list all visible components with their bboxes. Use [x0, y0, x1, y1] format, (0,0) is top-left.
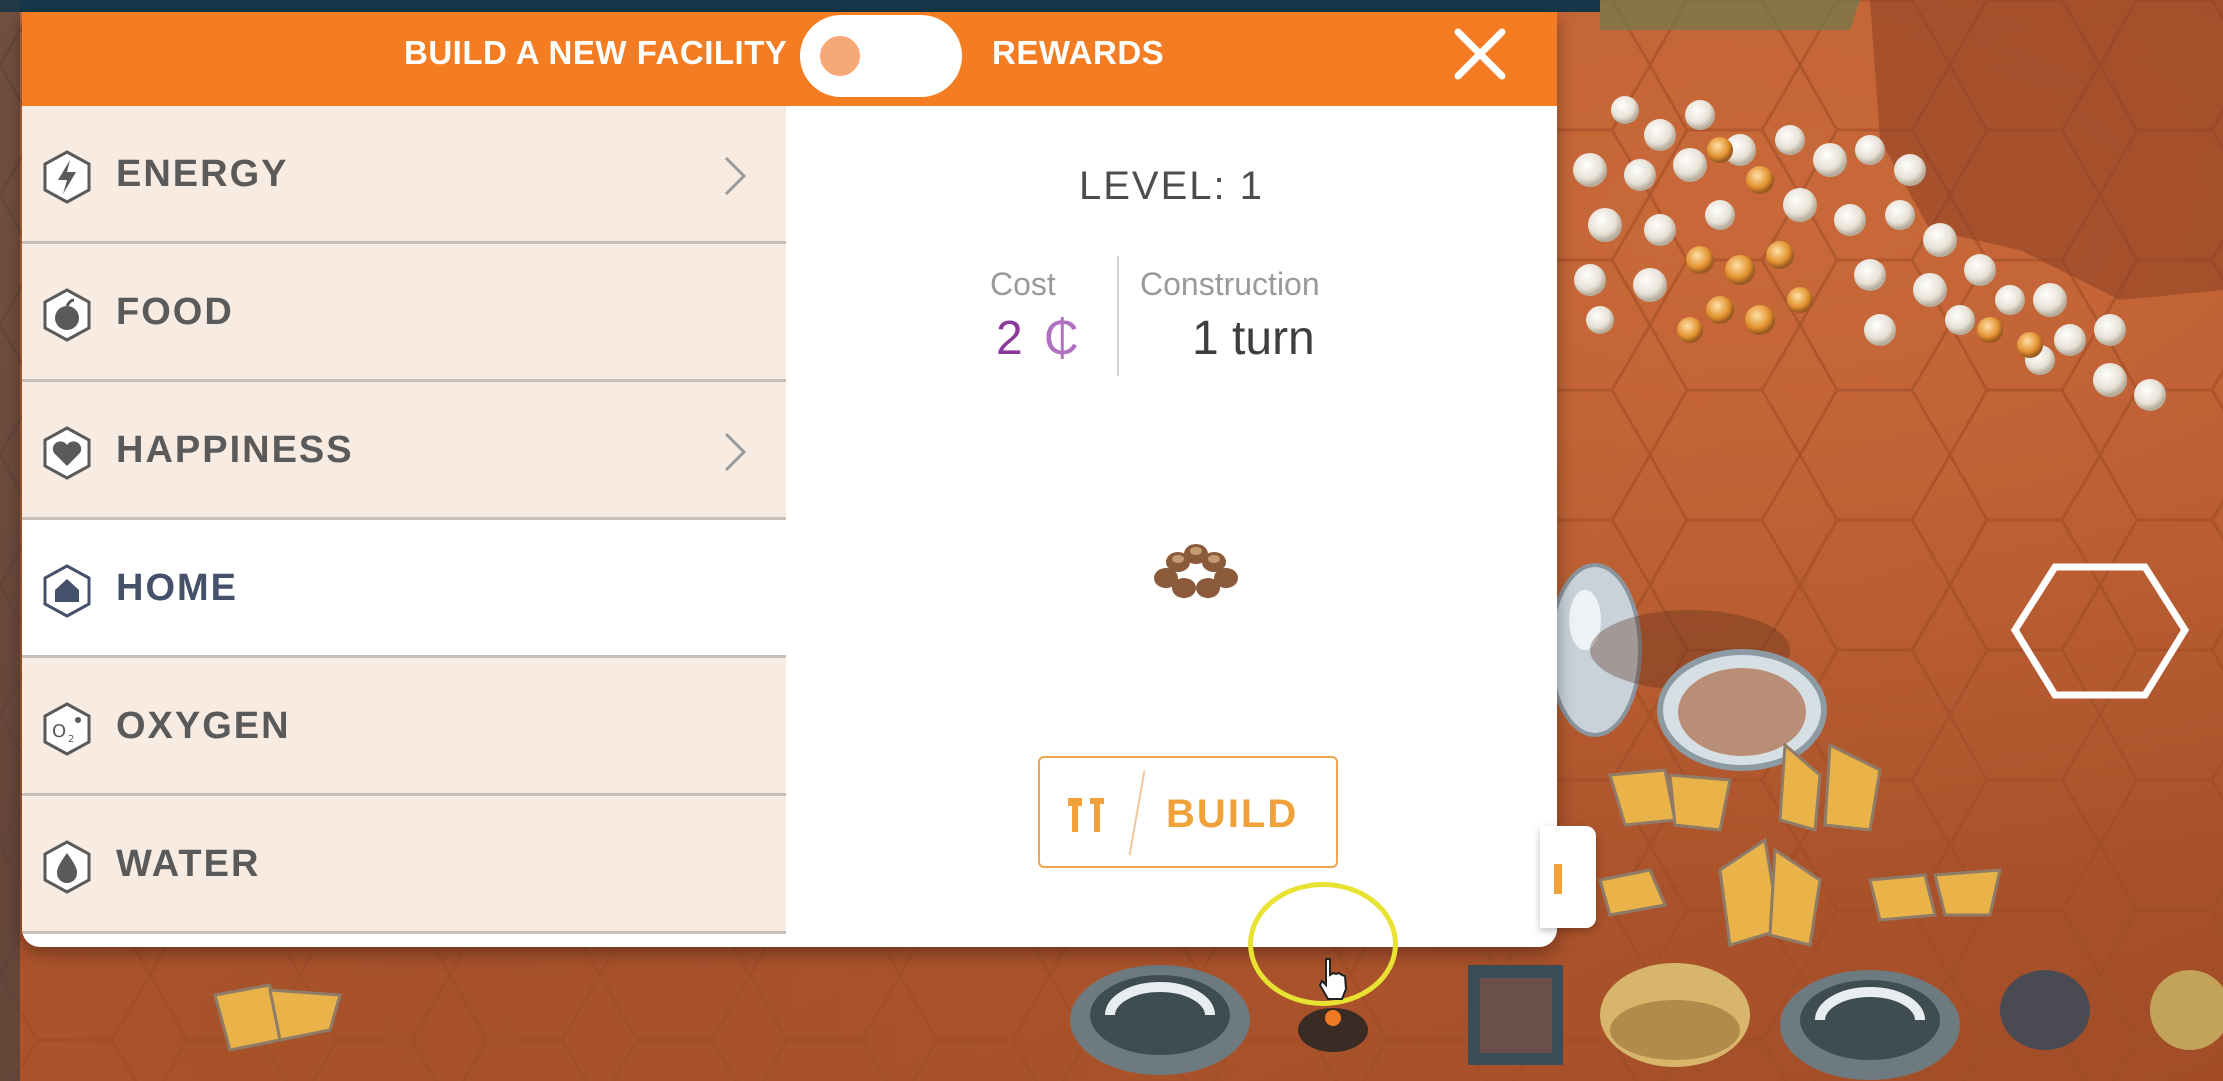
lightning-icon — [43, 150, 91, 204]
category-food[interactable]: FOOD — [22, 244, 786, 382]
category-energy[interactable]: ENERGY — [22, 106, 786, 244]
category-list: ENERGY FOOD HAPPINESS HOME O 2 OXYGEN WA… — [22, 106, 786, 947]
category-label: HAPPINESS — [116, 429, 354, 471]
category-water[interactable]: WATER — [22, 796, 786, 934]
habitat-cluster-icon — [1154, 544, 1238, 598]
panel-header: BUILD A NEW FACILITY REWARDS — [22, 12, 1557, 106]
toggle-knob — [820, 36, 860, 76]
stat-divider — [1117, 256, 1119, 376]
svg-text:2: 2 — [68, 734, 74, 745]
build-rewards-toggle[interactable] — [800, 15, 962, 97]
rewards-label[interactable]: REWARDS — [992, 34, 1164, 72]
apple-icon — [43, 288, 91, 342]
build-facility-panel: BUILD A NEW FACILITY REWARDS ENERGY FOOD… — [22, 12, 1557, 947]
category-home[interactable]: HOME — [22, 520, 786, 658]
category-happiness[interactable]: HAPPINESS — [22, 382, 786, 520]
build-tools-icon — [1068, 798, 1104, 832]
hand-cursor-icon — [1318, 958, 1348, 1000]
facility-detail: LEVEL: 1 Cost 2 ₵ Construction 1 turn BU… — [786, 106, 1557, 947]
category-oxygen[interactable]: O 2 OXYGEN — [22, 658, 786, 796]
window-top-bar — [0, 0, 1600, 12]
svg-text:O: O — [52, 721, 66, 742]
side-tab-marker — [1554, 864, 1562, 894]
facility-level: LEVEL: 1 — [1078, 164, 1264, 208]
construction-label: Construction — [1140, 266, 1320, 302]
close-icon — [1454, 28, 1506, 80]
chevron-right-icon — [724, 156, 747, 196]
category-label: HOME — [116, 567, 238, 609]
build-button-label: BUILD — [1166, 792, 1299, 836]
cost-label: Cost — [990, 266, 1056, 302]
landing-pad — [1657, 649, 1827, 771]
build-new-facility-label[interactable]: BUILD A NEW FACILITY — [404, 34, 787, 72]
side-tab[interactable] — [1540, 826, 1596, 928]
credit-currency-icon: ₵ — [1044, 312, 1079, 365]
oxygen-icon: O 2 — [43, 702, 91, 756]
category-label: ENERGY — [116, 153, 289, 195]
build-button-divider — [1128, 770, 1146, 856]
close-button[interactable] — [1450, 24, 1510, 84]
build-button[interactable]: BUILD — [1038, 756, 1338, 868]
construction-value: 1 turn — [1192, 312, 1315, 365]
home-icon — [43, 564, 91, 618]
water-drop-icon — [43, 840, 91, 894]
heart-icon — [43, 426, 91, 480]
category-label: FOOD — [116, 291, 234, 333]
cost-value: 2 — [996, 312, 1023, 365]
window-left-edge — [0, 0, 20, 1081]
category-label: OXYGEN — [116, 705, 291, 747]
chevron-right-icon — [724, 432, 747, 472]
category-label: WATER — [116, 843, 261, 885]
